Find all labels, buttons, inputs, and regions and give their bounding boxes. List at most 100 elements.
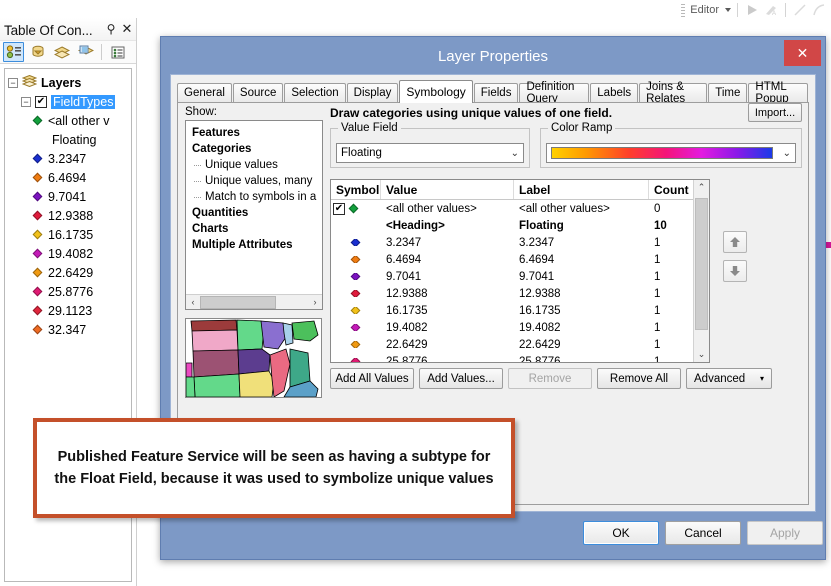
tree-node-unique-values-many[interactable]: Unique values, many [192,173,322,189]
table-row[interactable]: 19.4082 19.4082 1 [331,319,709,336]
table-row[interactable]: ✔ <all other values> <all other values> … [331,200,709,217]
toolbar-grip[interactable] [681,3,686,17]
dialog-titlebar[interactable]: Layer Properties ✕ [161,37,825,75]
curve-segment-icon[interactable] [811,2,827,18]
row-symbol[interactable] [350,307,361,314]
toc-root-layers[interactable]: − Layers [8,73,129,92]
tree-node-quantities[interactable]: Quantities [192,205,322,221]
list-item[interactable]: 32.347 [8,320,129,339]
list-by-visibility-icon[interactable] [51,42,72,62]
tree-node-multiple-attributes[interactable]: Multiple Attributes [192,237,322,253]
cancel-button[interactable]: Cancel [665,521,741,545]
ok-button[interactable]: OK [583,521,659,545]
tab-general[interactable]: General [177,83,232,102]
list-item[interactable]: <all other v [8,111,129,130]
column-value[interactable]: Value [381,180,514,199]
row-symbol[interactable] [350,290,361,297]
list-by-drawing-order-icon[interactable] [3,42,24,62]
hscroll-thumb[interactable] [200,295,276,309]
row-symbol[interactable] [350,239,361,246]
list-item[interactable]: 9.7041 [8,187,129,206]
tree-node-match-to-symbols[interactable]: Match to symbols in a [192,189,322,205]
tab-symbology[interactable]: Symbology [399,80,473,103]
unique-values-table[interactable]: Symbol Value Label Count ✔ <all other va… [330,179,710,363]
table-vscrollbar[interactable]: ⌃ ⌄ [693,180,709,362]
editor-menu-label[interactable]: Editor [690,4,719,16]
list-item[interactable]: 12.9388 [8,206,129,225]
chevron-down-icon[interactable] [725,8,731,12]
tab-fields[interactable]: Fields [473,83,519,102]
tab-labels[interactable]: Labels [590,83,639,102]
column-symbol[interactable]: Symbol [331,180,381,199]
scroll-up-icon[interactable]: ⌃ [694,180,709,195]
collapse-icon[interactable]: − [8,77,18,88]
toc-layer-fieldtypes[interactable]: − ✔ FieldTypes [8,92,129,111]
edit-annotation-icon[interactable]: A [763,2,779,18]
list-item[interactable]: 16.1735 [8,225,129,244]
table-row[interactable]: 3.2347 3.2347 1 [331,234,709,251]
tree-node-charts[interactable]: Charts [192,221,322,237]
chevron-down-icon[interactable]: ▾ [760,374,764,383]
tree-node-categories[interactable]: Categories [192,141,322,157]
list-item[interactable]: 25.8776 [8,282,129,301]
tab-time[interactable]: Time [708,83,748,102]
close-icon[interactable]: ✕ [120,21,134,36]
close-icon[interactable]: ✕ [784,40,821,66]
row-symbol[interactable] [350,273,361,280]
move-up-button[interactable] [723,231,747,253]
column-count[interactable]: Count [649,180,695,199]
add-values-button[interactable]: Add Values... [419,368,503,389]
remove-button[interactable]: Remove [508,368,592,389]
remove-all-button[interactable]: Remove All [597,368,681,389]
value-field-combo[interactable]: Floating ⌄ [336,143,524,163]
row-symbol[interactable] [350,358,361,362]
row-symbol[interactable] [350,324,361,331]
show-tree-box[interactable]: Features Categories Unique values Unique… [185,120,323,310]
list-item[interactable]: 3.2347 [8,149,129,168]
apply-button[interactable]: Apply [747,521,823,545]
list-by-selection-icon[interactable] [75,42,96,62]
import-button[interactable]: Import... [748,103,802,122]
tree-node-features[interactable]: Features [192,125,322,141]
table-row[interactable]: 25.8776 25.8776 1 [331,353,709,362]
column-label[interactable]: Label [514,180,649,199]
chevron-down-icon[interactable]: ⌄ [511,148,519,159]
row-checkbox[interactable]: ✔ [333,202,345,215]
tab-source[interactable]: Source [232,83,284,102]
collapse-icon-layer[interactable]: − [21,96,31,107]
color-ramp-combo[interactable]: ⌄ [546,143,796,163]
tab-html-popup[interactable]: HTML Popup [748,81,808,105]
list-item[interactable]: 19.4082 [8,244,129,263]
row-symbol[interactable] [350,341,361,348]
scroll-left-icon[interactable]: ‹ [186,296,200,309]
tab-selection[interactable]: Selection [284,83,346,102]
list-item[interactable]: Floating [8,130,129,149]
list-item[interactable]: 6.4694 [8,168,129,187]
straight-segment-icon[interactable] [792,2,808,18]
scroll-down-icon[interactable]: ⌄ [694,347,709,362]
table-row[interactable]: 16.1735 16.1735 1 [331,302,709,319]
vscroll-thumb[interactable] [695,198,708,330]
list-by-source-icon[interactable] [27,42,48,62]
row-symbol[interactable] [348,203,359,214]
tab-definition-query[interactable]: Definition Query [519,81,590,105]
list-item[interactable]: 22.6429 [8,263,129,282]
table-row[interactable]: 22.6429 22.6429 1 [331,336,709,353]
tree-node-unique-values[interactable]: Unique values [205,159,278,171]
show-tree-hscrollbar[interactable]: ‹ › [186,294,322,309]
table-row[interactable]: 9.7041 9.7041 1 [331,268,709,285]
move-down-button[interactable] [723,260,747,282]
row-symbol[interactable] [350,256,361,263]
tab-display[interactable]: Display [346,83,399,102]
list-item[interactable]: 29.1123 [8,301,129,320]
add-all-values-button[interactable]: Add All Values [330,368,414,389]
layer-visibility-checkbox[interactable]: ✔ [35,95,47,108]
scroll-right-icon[interactable]: › [308,296,322,309]
sketch-tool-icon[interactable] [744,2,760,18]
advanced-button[interactable]: Advanced ▾ [686,368,772,389]
options-icon[interactable] [107,42,128,62]
table-row[interactable]: <Heading> Floating 10 [331,217,709,234]
pin-icon[interactable]: ⚲ [104,21,118,36]
table-row[interactable]: 12.9388 12.9388 1 [331,285,709,302]
chevron-down-icon[interactable]: ⌄ [783,148,791,159]
